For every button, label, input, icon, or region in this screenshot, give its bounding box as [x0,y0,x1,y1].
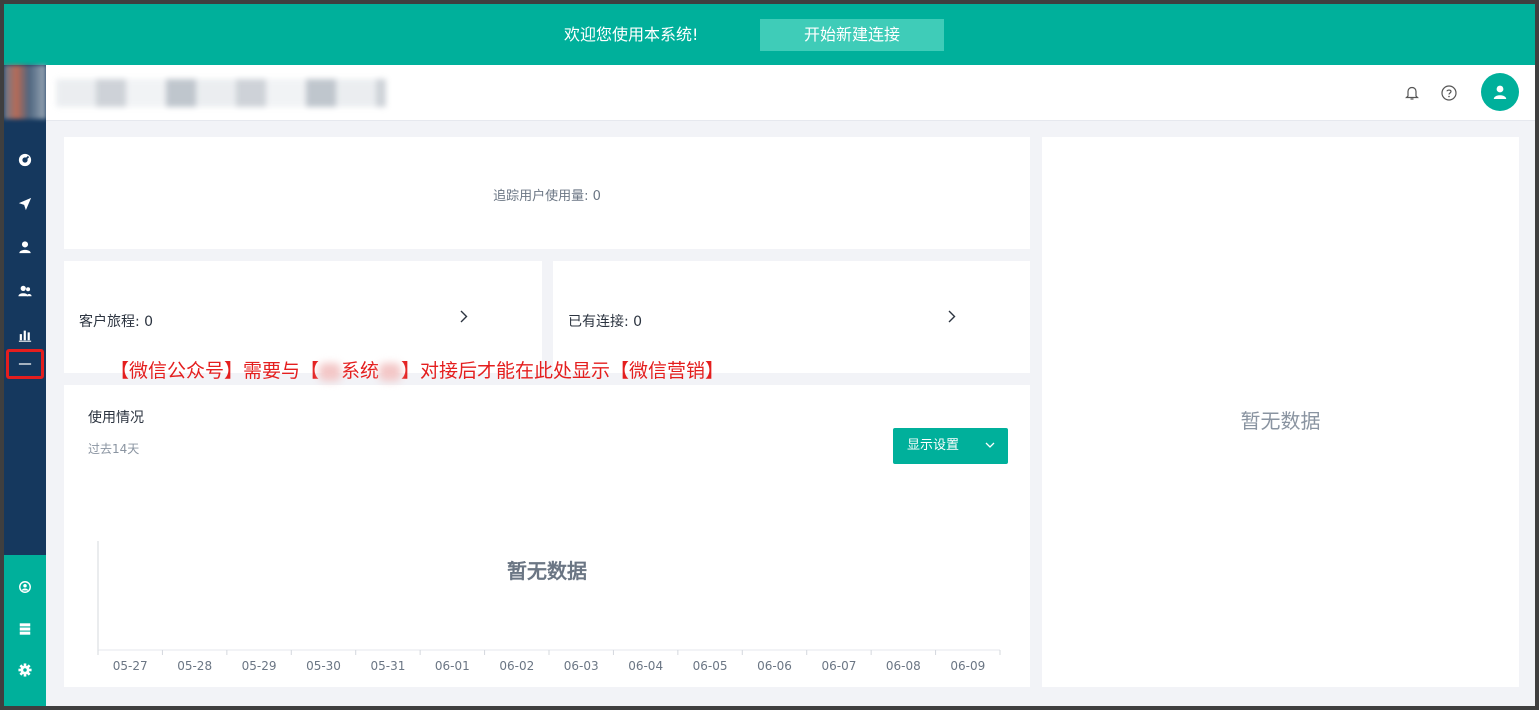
right-panel: 暂无数据 [1042,137,1519,687]
right-panel-empty-message: 暂无数据 [1240,409,1321,433]
app-window: 欢迎您使用本系统! 开始新建连接 追踪用户使用量: 0 客户旅程: 0 已有连接… [4,4,1535,706]
chevron-right-icon[interactable] [944,307,960,325]
tracking-usage-card: 追踪用户使用量: 0 [64,137,1030,249]
logo [4,65,46,119]
usage-card: 使用情况 过去14天 显示设置 05-27 05-28 05-29 05-30 05-3… [64,385,1030,687]
tracking-usage-label: 追踪用户使用量: [493,189,589,204]
x-tick-label: 06-09 [950,659,985,673]
x-tick-label: 05-30 [306,659,341,673]
chevron-right-icon[interactable] [456,307,472,325]
customer-journey-label: 客户旅程: [79,314,140,330]
user-icon[interactable] [12,234,38,260]
x-tick-label: 05-28 [177,659,212,673]
connections-text: 已有连接: 0 [568,311,642,331]
customer-journey-text: 客户旅程: 0 [79,311,153,331]
bar-chart-icon[interactable] [12,322,38,348]
connections-value: 0 [633,314,643,330]
integration-icon[interactable] [12,574,38,600]
sidebar-bottom [4,555,46,706]
new-connection-button[interactable]: 开始新建连接 [760,19,944,51]
sidebar [4,65,46,706]
annotation-part1: 【微信公众号】需要与【 [110,360,320,382]
x-tick-label: 06-07 [821,659,856,673]
x-tick-label: 06-08 [886,659,921,673]
settings-icon[interactable] [12,657,38,683]
tracking-usage-text: 追踪用户使用量: 0 [64,185,1030,204]
usage-chart: 05-27 05-28 05-29 05-30 05-31 06-01 06-02 06-03… [97,541,1001,673]
x-tick-label: 06-06 [757,659,792,673]
customer-journey-card[interactable]: 客户旅程: 0 [64,261,542,373]
x-tick-label: 05-31 [370,659,405,673]
connections-card[interactable]: 已有连接: 0 [553,261,1030,373]
x-tick-label: 06-02 [499,659,534,673]
x-tick-label: 05-27 [113,659,148,673]
annotation-part3: 】对接后才能在此处显示【微信营销】 [401,360,725,382]
welcome-text: 欢迎您使用本系统! [564,25,699,44]
help-icon[interactable] [1440,84,1458,102]
x-tick-label: 06-04 [628,659,663,673]
customer-journey-value: 0 [144,314,154,330]
x-tick-label: 06-05 [693,659,728,673]
send-icon[interactable] [12,191,38,217]
welcome-banner: 欢迎您使用本系统! 开始新建连接 [4,4,1535,65]
annotation-note: 【微信公众号】需要与【 系统 】对接后才能在此处显示【微信营销】 [110,358,724,384]
tracking-usage-value: 0 [592,189,601,204]
bell-icon[interactable] [1403,84,1421,102]
redacted-mark [319,362,342,381]
x-tick-label: 06-01 [435,659,470,673]
redacted-title [56,79,386,107]
top-header [46,65,1535,121]
server-icon[interactable] [12,616,38,642]
wechat-marketing-icon[interactable] [12,351,38,377]
x-tick-label: 05-29 [242,659,277,673]
x-tick-label: 06-03 [564,659,599,673]
chart-empty-message: 暂无数据 [507,559,587,583]
annotation-part2: 系统 [341,360,380,382]
users-icon[interactable] [12,278,38,304]
dashboard-icon[interactable] [12,147,38,173]
avatar-icon[interactable] [1481,73,1519,111]
redacted-mark [379,362,402,381]
connections-label: 已有连接: [568,314,629,330]
